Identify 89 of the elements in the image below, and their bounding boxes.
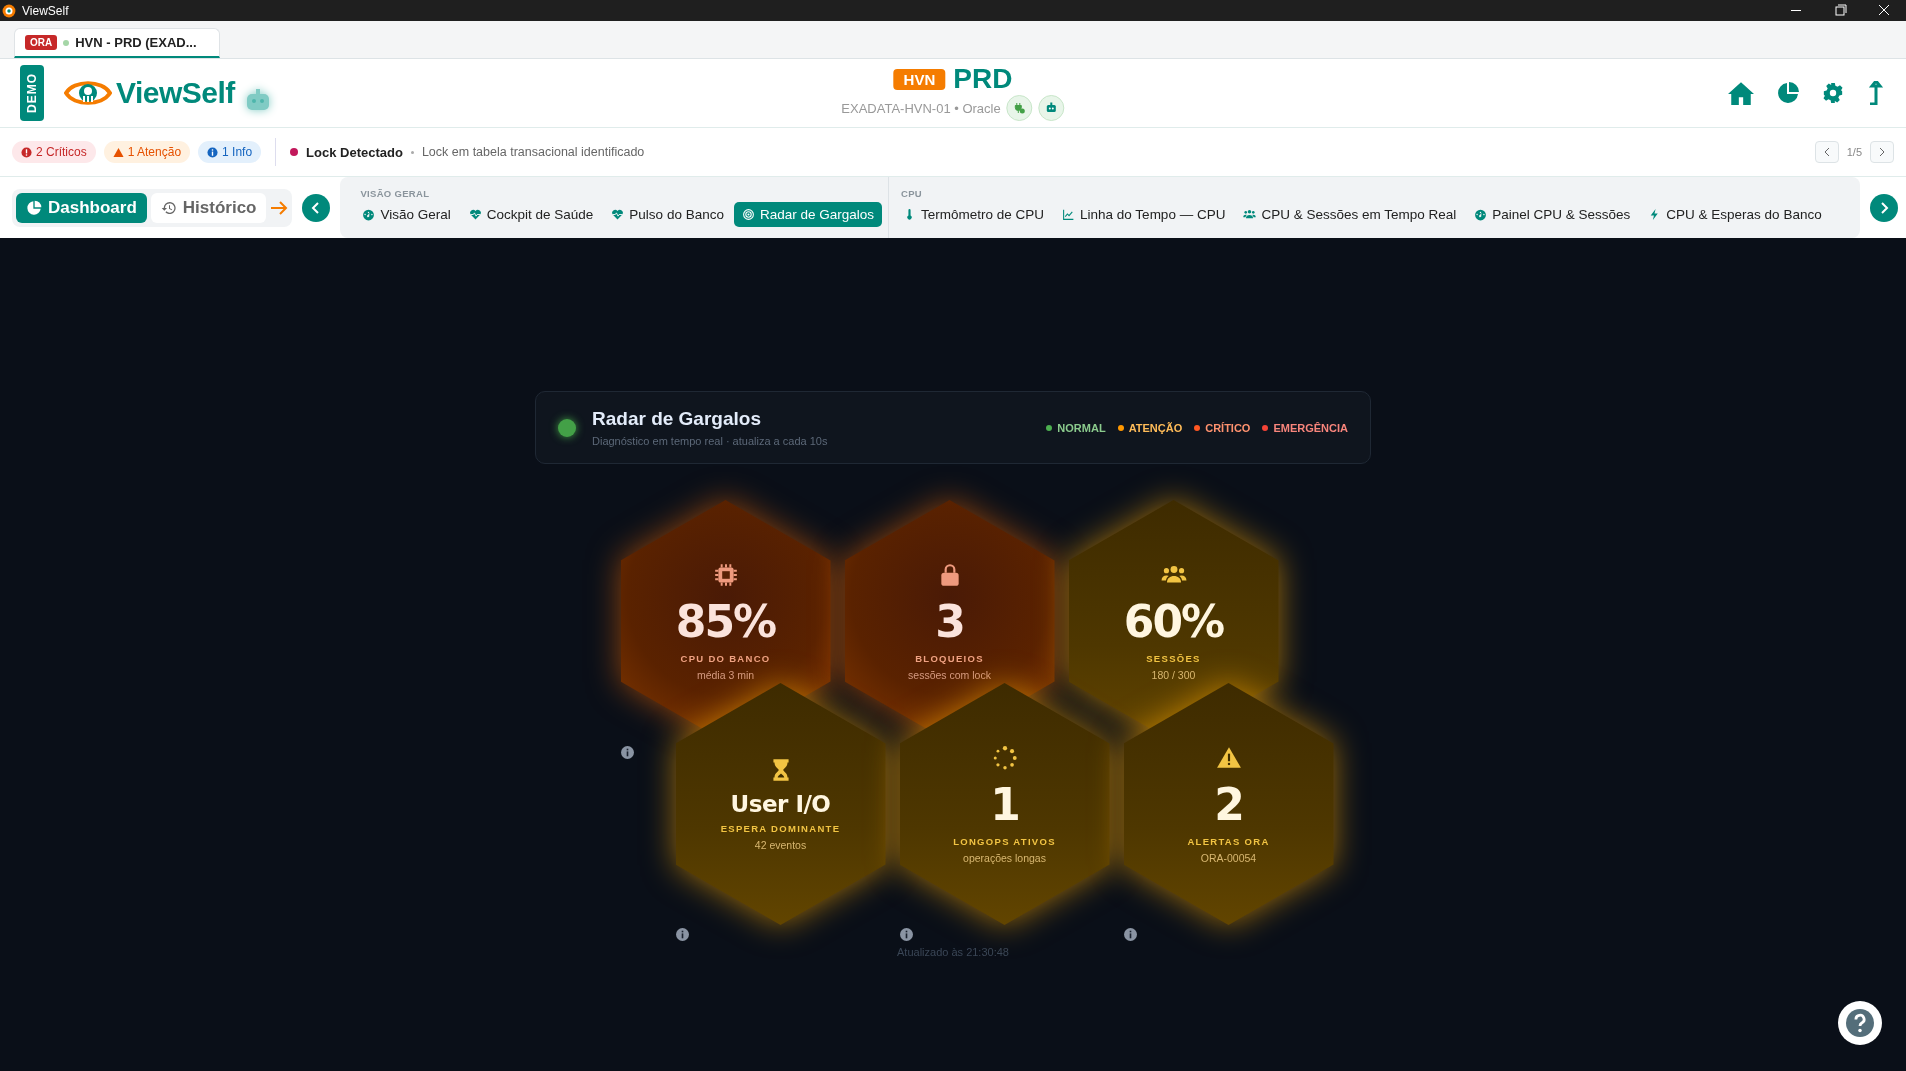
nav-item[interactable]: Radar de Gargalos xyxy=(733,202,882,227)
alert-detail: Lock em tabela transacional identificado xyxy=(421,145,645,159)
metric-label: CPU DO BANCO xyxy=(680,652,771,664)
nav-item[interactable]: CPU & Esperas do Banco xyxy=(1640,202,1830,227)
metric-label: LONGOPS ATIVOS xyxy=(953,835,1056,847)
metric-detail: 42 eventos xyxy=(754,839,807,851)
page-counter: 1/5 xyxy=(1846,146,1862,158)
alert-title: Lock Detectado xyxy=(306,144,403,160)
nav-item[interactable]: Pulso do Banco xyxy=(603,202,732,227)
info-icon[interactable] xyxy=(620,746,634,759)
info-icon[interactable] xyxy=(1123,928,1137,941)
home-button[interactable] xyxy=(1728,81,1754,105)
spinner-icon xyxy=(991,744,1018,771)
metric-label: SESSÕES xyxy=(1146,652,1201,664)
demo-badge: DEMO xyxy=(20,65,44,121)
arrow-right-icon[interactable] xyxy=(270,199,289,216)
panel-title: Radar de Gargalos xyxy=(592,408,762,430)
nav-item[interactable]: Linha do Tempo — CPU xyxy=(1054,202,1234,227)
pie-chart-icon xyxy=(26,199,42,216)
nav-item[interactable]: Painel CPU & Sessões xyxy=(1466,202,1639,227)
info-icon[interactable] xyxy=(675,928,689,941)
scroll-right-button[interactable] xyxy=(1870,193,1898,222)
warning-icon xyxy=(112,146,124,158)
chevron-right-icon xyxy=(1878,201,1890,214)
metric-value: 85% xyxy=(675,595,776,647)
metric-detail: 180 / 300 xyxy=(1151,668,1196,681)
line-chart-icon xyxy=(1062,208,1076,221)
mode-tab[interactable]: Histórico xyxy=(150,192,267,223)
metric-value: 60% xyxy=(1123,595,1224,647)
nav-item[interactable]: Termômetro de CPU xyxy=(895,202,1053,227)
legend-label: ATENÇÃO xyxy=(1128,421,1183,434)
metric-detail: ORA-00054 xyxy=(1200,851,1257,864)
metric-value: 2 xyxy=(1214,778,1243,830)
metric-detail: operações longas xyxy=(963,851,1046,864)
metric-detail: sessões com lock xyxy=(908,668,991,681)
target-icon xyxy=(741,208,755,221)
scroll-left-button[interactable] xyxy=(302,193,331,222)
nav-item[interactable]: Cockpit de Saúde xyxy=(460,202,602,227)
info-icon xyxy=(207,146,219,158)
alert-count-chip[interactable]: 2 Críticos xyxy=(12,141,96,163)
nav-item[interactable]: Visão Geral xyxy=(354,202,459,227)
heart-pulse-icon xyxy=(468,208,482,221)
connection-tab[interactable]: ORA HVN - PRD (EXAD... xyxy=(14,28,220,58)
separator-dot xyxy=(410,150,414,154)
alert-count-chip[interactable]: 1 Atenção xyxy=(103,141,191,163)
metric-label: BLOQUEIOS xyxy=(915,652,984,664)
env-badge: HVN xyxy=(893,68,946,90)
chip-icon xyxy=(712,561,739,588)
legend-label: EMERGÊNCIA xyxy=(1273,421,1348,434)
gauge-icon xyxy=(1474,208,1488,221)
updated-time: Atualizado às 21:30:48 xyxy=(897,946,1009,958)
gauge-icon xyxy=(362,208,376,221)
pie-chart-icon xyxy=(1776,81,1800,105)
app-icon xyxy=(2,3,16,18)
robot-button[interactable] xyxy=(1038,95,1065,121)
metric-value: 3 xyxy=(935,595,964,647)
window-title: ViewSelf xyxy=(22,3,69,18)
legend-label: CRÍTICO xyxy=(1205,421,1251,434)
pie-chart-button[interactable] xyxy=(1776,81,1800,105)
status-dot xyxy=(63,39,70,46)
metric-detail: média 3 min xyxy=(696,668,755,681)
db-badge: ORA xyxy=(25,35,58,50)
help-button[interactable] xyxy=(1838,1001,1882,1045)
server-subtitle: EXADATA-HVN-01 • Oracle xyxy=(841,100,1001,116)
alert-count-chip[interactable]: 1 Info xyxy=(198,141,262,163)
metric-label: ALERTAS ORA xyxy=(1187,835,1270,847)
plug-button[interactable] xyxy=(1006,95,1033,121)
status-dot xyxy=(558,418,576,437)
users-icon xyxy=(1243,208,1257,221)
group-title: CPU xyxy=(900,188,923,199)
plug-icon xyxy=(1013,100,1026,116)
metric-value: User I/O xyxy=(730,791,831,817)
env-name: PRD xyxy=(953,63,1013,95)
exclamation-icon xyxy=(21,146,32,158)
logo-text: ViewSelf xyxy=(116,76,235,110)
chevron-right-icon xyxy=(1877,147,1887,157)
heart-pulse-icon xyxy=(611,208,625,221)
legend-label: NORMAL xyxy=(1057,421,1106,434)
metric-label: ESPERA DOMINANTE xyxy=(720,823,841,834)
nav-item[interactable]: CPU & Sessões em Tempo Real xyxy=(1235,202,1465,227)
mode-tab[interactable]: Dashboard xyxy=(16,192,147,223)
settings-button[interactable] xyxy=(1822,82,1844,104)
metric-value: 1 xyxy=(990,778,1019,830)
history-icon xyxy=(160,199,177,216)
group-title: VISÃO GERAL xyxy=(359,188,431,199)
panel-subtitle: Diagnóstico em tempo real · atualiza a cada 10s xyxy=(592,435,828,447)
arrow-up-button[interactable] xyxy=(1866,81,1886,105)
robot-icon xyxy=(244,89,271,111)
info-icon[interactable] xyxy=(899,928,913,941)
